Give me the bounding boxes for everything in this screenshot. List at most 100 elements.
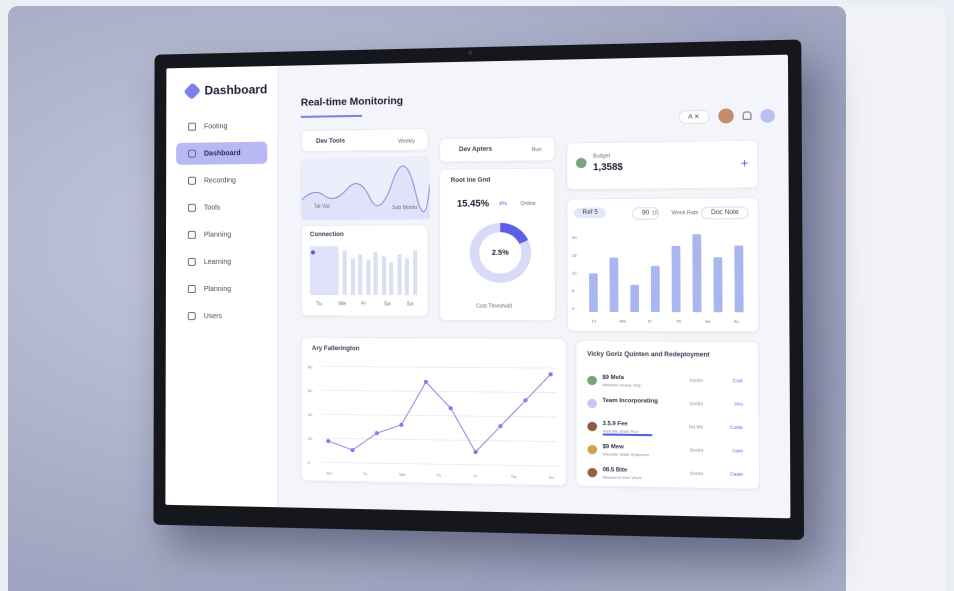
budget-value: 1,358$ bbox=[593, 161, 623, 173]
sidebar-item-label: Learning bbox=[203, 258, 232, 266]
connection-label: Connection bbox=[309, 231, 344, 239]
list-avatar bbox=[587, 421, 598, 432]
user-avatar[interactable] bbox=[718, 108, 734, 124]
budget-avatar bbox=[575, 157, 587, 169]
right-axis-label: Su bbox=[733, 318, 740, 324]
connection-bar bbox=[404, 258, 409, 296]
sidebar: Dashboard Footing Dashboard Recording Tools… bbox=[165, 65, 279, 508]
plus-icon[interactable]: + bbox=[741, 156, 749, 171]
list-item-title: Team Incorporating bbox=[602, 397, 658, 405]
list-item[interactable]: 08.5 Bite Research Dev Work Socks Caste bbox=[587, 465, 747, 487]
list-item-col2[interactable]: Caste bbox=[730, 471, 743, 477]
right-ytick: 4 bbox=[571, 305, 575, 311]
connection-bar bbox=[389, 262, 394, 296]
connection-axis-label: Tu bbox=[316, 301, 322, 308]
connection-axis-label: Sa bbox=[383, 301, 391, 308]
dev-apters-card: Dev Apters Run bbox=[439, 136, 556, 163]
line-point[interactable] bbox=[448, 406, 453, 411]
right-axis-label: Th bbox=[676, 318, 682, 324]
connection-bar bbox=[381, 256, 386, 296]
nav-icon bbox=[187, 176, 196, 185]
sidebar-item-label: Footing bbox=[204, 122, 228, 131]
camera bbox=[467, 50, 472, 55]
list-item-col1: Socks bbox=[689, 470, 704, 477]
sidebar-item-label: Dashboard bbox=[204, 149, 241, 158]
list-avatar bbox=[587, 467, 598, 478]
list-item-col2[interactable]: Coste bbox=[730, 425, 743, 430]
connection-bar bbox=[412, 250, 417, 296]
profile-icon[interactable] bbox=[760, 108, 775, 123]
list-item-col2[interactable]: Care bbox=[732, 448, 743, 453]
sidebar-item-label: Users bbox=[203, 312, 223, 320]
line-point[interactable] bbox=[423, 379, 429, 385]
list-item-col2[interactable]: Viro bbox=[734, 401, 743, 406]
right-ytick: 16 bbox=[571, 252, 577, 258]
budget-card: Budget 1,358$ + bbox=[566, 139, 759, 191]
right-bar bbox=[713, 257, 723, 313]
line-axis-label: Mo bbox=[326, 470, 333, 475]
list-item[interactable]: $9 Mew Website Stats Shipment Socks Care bbox=[587, 442, 747, 463]
line-chart: 80 60 40 20 0 Mo Tu We Th Fr Sa Su bbox=[308, 364, 569, 480]
right-bar bbox=[630, 284, 640, 313]
rate-card: Root Ine Gnd 15.45% 4% Online 2.5% Cost … bbox=[439, 167, 556, 322]
line-point[interactable] bbox=[326, 439, 331, 444]
sidebar-item-4[interactable]: Planning bbox=[176, 223, 267, 246]
rate-donut: 2.5% bbox=[469, 222, 532, 283]
line-ytick: 20 bbox=[308, 436, 313, 441]
connection-axis-label: Fr bbox=[361, 301, 367, 308]
line-point[interactable] bbox=[399, 422, 404, 427]
bars-tag[interactable]: Doc Note bbox=[701, 206, 749, 220]
right-axis: Tu We Fr Th Sa Su bbox=[567, 198, 757, 324]
line-ytick: 60 bbox=[308, 388, 313, 393]
bars-pill[interactable]: Ref 5 bbox=[573, 207, 607, 219]
sidebar-item-5[interactable]: Learning bbox=[176, 251, 267, 273]
line-gridline bbox=[322, 438, 557, 441]
right-bar bbox=[609, 257, 619, 313]
list-item-col1: Da Ms bbox=[688, 424, 704, 430]
sidebar-item-6[interactable]: Planning bbox=[176, 278, 267, 300]
connection-bar bbox=[350, 258, 355, 296]
list-item-sub: Research Dev Work bbox=[602, 474, 642, 481]
list-card: Vicky Goriz Quinten and Redeployment $9 … bbox=[575, 340, 761, 490]
list-item-title: 3.5.9 Fee bbox=[602, 420, 628, 428]
sidebar-item-3[interactable]: Tools bbox=[176, 196, 267, 219]
budget-small: Budget bbox=[593, 153, 611, 160]
list-avatar bbox=[587, 444, 598, 455]
list-item[interactable]: $9 Mela Website Heavy Ship Socks Cost bbox=[587, 373, 747, 393]
dev-tools-label: Dev Tools bbox=[316, 138, 345, 145]
right-ytick: 8 bbox=[571, 287, 575, 294]
donut-center: 2.5% bbox=[479, 232, 522, 274]
right-axis-label: Fr bbox=[647, 318, 652, 324]
list-title: Vicky Goriz Quinten and Redeployment bbox=[587, 351, 710, 359]
nav-icon bbox=[188, 149, 197, 158]
connection-axis-label: Sa bbox=[406, 301, 414, 308]
nav-icon bbox=[187, 203, 196, 212]
rate-delta: 4% bbox=[499, 201, 507, 208]
trend-left-caption: Tai Vac bbox=[314, 203, 331, 210]
sidebar-item-7[interactable]: Users bbox=[176, 305, 267, 327]
nav-icon bbox=[188, 122, 197, 131]
dev-tools-tag[interactable]: Weekly bbox=[398, 138, 415, 144]
sidebar-item-label: Recording bbox=[203, 176, 236, 185]
bell-icon[interactable] bbox=[742, 111, 752, 120]
bars-tab-2[interactable]: 10 bbox=[652, 210, 658, 216]
bars-card: Ref 5 90 10 Week Rate Doc Note Tu We Fr Th S… bbox=[566, 196, 760, 333]
connection-bar bbox=[373, 252, 378, 296]
right-bar bbox=[671, 245, 681, 313]
bars-tab-3[interactable]: Week Rate bbox=[671, 210, 698, 217]
dev-apters-tag[interactable]: Run bbox=[532, 147, 542, 153]
sidebar-item-1[interactable]: Dashboard bbox=[176, 141, 268, 165]
list-item-col2[interactable]: Cost bbox=[732, 378, 742, 383]
header-pill[interactable]: A ✕ bbox=[678, 109, 710, 124]
line-ytick: 40 bbox=[308, 412, 313, 417]
sidebar-item-0[interactable]: Footing bbox=[176, 114, 267, 138]
list-item[interactable]: Team Incorporating Socks Viro bbox=[587, 396, 747, 417]
connection-bar bbox=[365, 260, 371, 296]
line-axis-label: Tu bbox=[363, 471, 368, 476]
list-rows: $9 Mela Website Heavy Ship Socks Cost Team I… bbox=[576, 341, 758, 480]
line-ytick: 80 bbox=[308, 364, 313, 369]
list-item[interactable]: 3.5.9 Fee Website Stats Run Da Ms Coste bbox=[587, 419, 747, 440]
nav-icon bbox=[187, 257, 196, 266]
sidebar-item-2[interactable]: Recording bbox=[176, 169, 267, 192]
connection-axis: Tu We Fr Sa Sa bbox=[302, 225, 428, 307]
